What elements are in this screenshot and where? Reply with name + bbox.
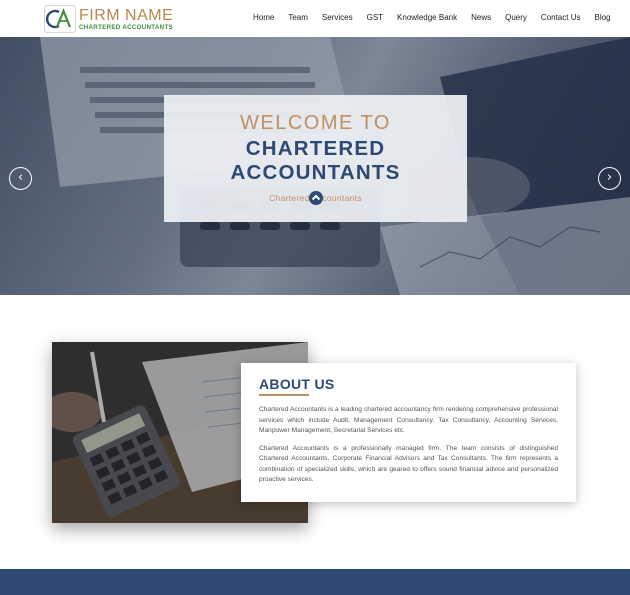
hero-title-line2: CHARTERED ACCOUNTANTS — [230, 137, 401, 184]
main-nav: Home Team Services GST Knowledge Bank Ne… — [253, 13, 611, 22]
chevron-left-icon: ‹ — [17, 170, 24, 185]
ca-logo-icon — [44, 5, 76, 33]
chevron-right-icon: › — [606, 170, 613, 185]
hero-caption-card: WELCOME TO CHARTERED ACCOUNTANTS Charter… — [164, 95, 467, 222]
about-title: ABOUT US — [259, 376, 335, 392]
nav-news[interactable]: News — [471, 13, 491, 22]
nav-home[interactable]: Home — [253, 13, 274, 22]
nav-contact-us[interactable]: Contact Us — [541, 13, 581, 22]
title-underline — [259, 394, 309, 396]
chevron-up-icon — [311, 194, 321, 201]
about-paragraph-2: Chartered Accountants is a professionall… — [259, 444, 558, 484]
nav-blog[interactable]: Blog — [594, 13, 610, 22]
nav-query[interactable]: Query — [505, 13, 527, 22]
hero-slider: ‹ › WELCOME TO CHARTERED ACCOUNTANTS Cha… — [0, 37, 630, 295]
nav-knowledge-bank[interactable]: Knowledge Bank — [397, 13, 457, 22]
hero-title-line1: WELCOME TO — [240, 112, 391, 134]
nav-gst[interactable]: GST — [367, 13, 383, 22]
about-paragraph-1: Chartered Accountants is a leading chart… — [259, 406, 558, 434]
brand-name: FIRM NAME — [79, 6, 174, 24]
logo[interactable]: FIRM NAME CHARTERED ACCOUNTANTS — [44, 5, 173, 33]
nav-services[interactable]: Services — [322, 13, 353, 22]
slider-prev-button[interactable]: ‹ — [9, 167, 32, 190]
next-section-band — [0, 569, 630, 595]
site-header: FIRM NAME CHARTERED ACCOUNTANTS Home Tea… — [0, 0, 630, 37]
scroll-up-button[interactable] — [309, 191, 323, 205]
nav-team[interactable]: Team — [288, 13, 308, 22]
slider-next-button[interactable]: › — [598, 167, 621, 190]
brand-tagline: CHARTERED ACCOUNTANTS — [79, 23, 173, 31]
about-card: ABOUT US Chartered Accountants is a lead… — [241, 363, 576, 502]
